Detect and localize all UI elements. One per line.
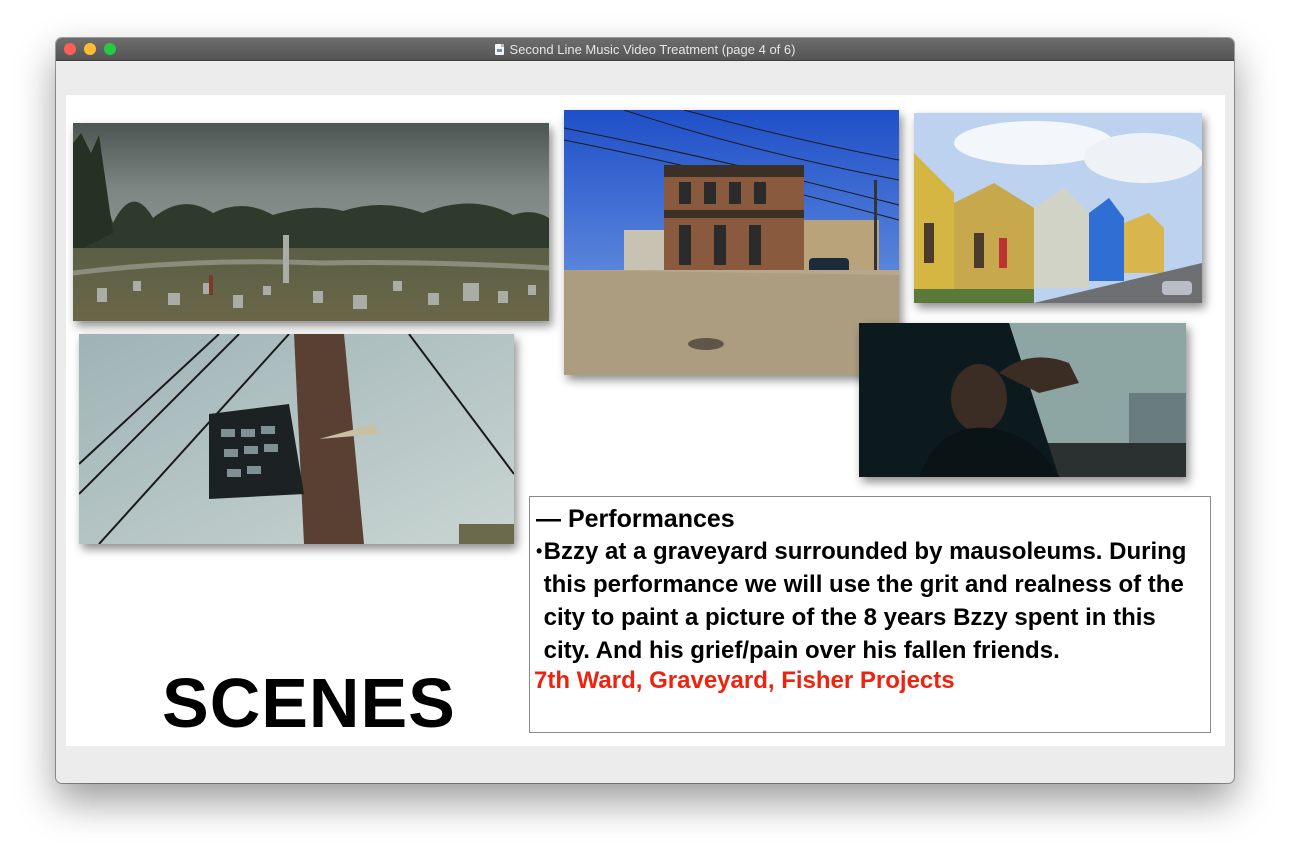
utility-pole-photo	[79, 334, 514, 544]
performances-textbox: — Performances • Bzzy at a graveyard sur…	[529, 496, 1211, 733]
man-in-car-photo	[859, 323, 1186, 477]
slide-page: — Performances • Bzzy at a graveyard sur…	[66, 95, 1225, 746]
shotgun-houses-photo	[914, 113, 1202, 303]
window-title-group: Second Line Music Video Treatment (page …	[56, 38, 1234, 60]
window-title: Second Line Music Video Treatment (page …	[509, 41, 796, 57]
locations-text: 7th Ward, Graveyard, Fisher Projects	[534, 667, 955, 694]
title-bar: Second Line Music Video Treatment (page …	[56, 38, 1234, 61]
scenes-title: SCENES	[162, 664, 456, 742]
graveyard-photo	[73, 123, 549, 321]
corner-house-photo	[564, 110, 899, 375]
bullet-text: Bzzy at a graveyard surrounded by mausol…	[543, 538, 1187, 664]
bullet-item: • Bzzy at a graveyard surrounded by maus…	[534, 535, 1206, 667]
document-icon	[494, 43, 504, 55]
app-window: Second Line Music Video Treatment (page …	[56, 38, 1234, 783]
performances-heading: — Performances	[536, 505, 735, 533]
bullet-icon: •	[536, 541, 543, 561]
